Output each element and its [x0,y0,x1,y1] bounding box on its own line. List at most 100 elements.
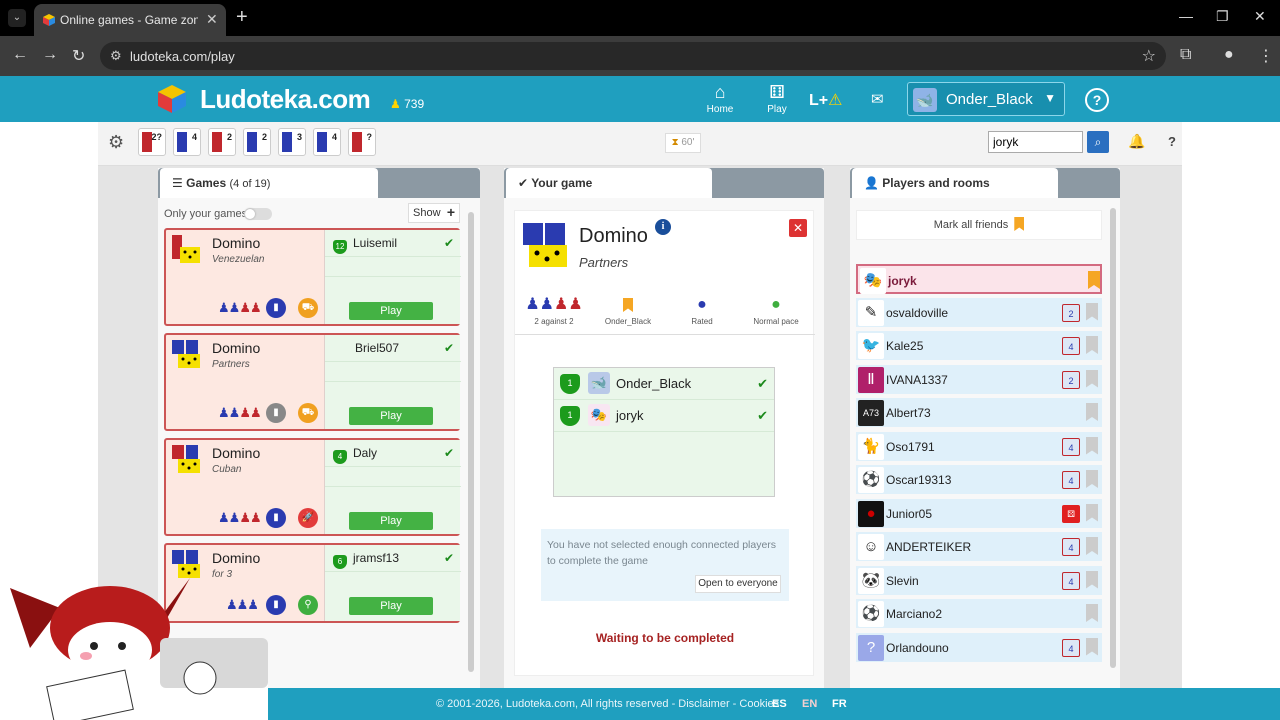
seat-player-name: Onder_Black [616,376,692,391]
friend-bookmark-icon[interactable] [1086,537,1098,555]
filter-num: 2 [261,132,267,142]
filter-game-6[interactable]: 4 [313,128,341,156]
filter-game-7[interactable]: ? [348,128,376,156]
game-card[interactable]: Domino Venezuelan ♟♟♟♟ ▮ ⛟ 12 Luisemil ✔ … [164,228,461,326]
info-icon[interactable]: i [655,219,671,235]
site-logo-text[interactable]: Ludoteka.com [200,84,371,115]
play-button[interactable]: Play [349,597,433,615]
close-icon[interactable]: ✕ [789,219,807,237]
game-title: Domino [212,550,261,566]
reload-icon[interactable]: ↻ [72,46,85,66]
player-row[interactable]: Ⅱ IVANA1337 2 [856,364,1102,395]
players-scrollbar[interactable] [1110,208,1116,668]
player-row[interactable]: ⚽ Oscar19313 4 [856,465,1102,495]
bookmark-star-icon[interactable]: ☆ [1142,46,1156,66]
help-small-icon[interactable]: ? [1168,134,1176,149]
play-button[interactable]: Play [349,407,433,425]
forward-icon[interactable]: → [42,46,58,64]
new-tab-button[interactable]: + [236,6,248,29]
players-panel: 👤 Players and rooms Mark all friends 🎭 jo… [850,168,1120,688]
games-tab[interactable]: ☰ Games (4 of 19) [160,168,378,198]
seat-player-name: Daly [353,446,378,460]
play-button[interactable]: Play [349,512,433,530]
friend-bookmark-icon[interactable] [1086,302,1098,321]
browser-tab[interactable]: Online games - Game zone - Lu ✕ [34,4,226,36]
nav-home[interactable]: ⌂ Home [700,82,740,115]
prop-rated: ● Rated [667,295,737,326]
minimize-icon[interactable]: — [1179,8,1193,24]
friend-bookmark-icon[interactable] [1086,604,1098,622]
player-name: ANDERTEIKER [886,540,972,554]
lang-en[interactable]: EN [802,698,817,710]
friend-bookmark-icon[interactable] [1086,637,1098,656]
friend-bookmark-icon[interactable] [1086,369,1098,388]
friend-bookmark-icon[interactable] [1086,570,1098,589]
player-row[interactable]: A73 Albert73 [856,398,1102,428]
restore-icon[interactable]: ❐ [1216,8,1229,25]
profile-icon[interactable]: ● [1224,46,1234,64]
filter-game-3[interactable]: 2 [208,128,236,156]
mail-icon[interactable]: ✉ [871,90,884,108]
player-row[interactable]: 🎭 joryk [856,264,1102,294]
extensions-icon[interactable]: ⧉ [1180,46,1191,64]
seat-row[interactable]: 1 🐋 Onder_Black ✔ [554,368,774,400]
gear-icon[interactable]: ⚙ [108,132,124,153]
site-header: Ludoteka.com ♟ 739 ⌂ Home ⚅ Play L+⚠ ✉ 🐋… [0,76,1280,122]
rated-icon: ▮ [266,508,286,528]
tab-close-icon[interactable]: ✕ [206,11,218,28]
check-icon: ✔ [443,446,454,460]
game-card[interactable]: Domino Cuban ♟♟♟♟ ▮ 🚀 4 Daly ✔ Play [164,438,461,536]
back-icon[interactable]: ← [12,46,28,64]
bell-icon[interactable]: 🔔 [1128,133,1145,150]
close-window-icon[interactable]: ✕ [1254,8,1266,25]
player-search-input[interactable] [988,131,1083,153]
user-menu[interactable]: 🐋 Onder_Black ▼ [907,82,1065,116]
filter-game-4[interactable]: 2 [243,128,271,156]
search-icon[interactable]: ⌕ [1087,131,1109,153]
game-card[interactable]: Domino Partners ♟♟♟♟ ▮ ⛟ Briel507 ✔ Play [164,333,461,431]
play-button[interactable]: Play [349,302,433,320]
mark-all-friends-button[interactable]: Mark all friends [856,210,1102,240]
player-row[interactable]: 🐦 Kale25 4 [856,331,1102,361]
player-row[interactable]: ? Orlandouno 4 [856,632,1102,663]
timer-display: ⧗ 60' [665,133,701,153]
lang-es[interactable]: ES [772,698,787,710]
friend-bookmark-icon[interactable] [1086,470,1098,488]
players-tab[interactable]: 👤 Players and rooms [852,168,1058,198]
normal-pace-icon: ⚲ [298,595,318,615]
help-icon[interactable]: ? [1085,88,1109,112]
seat-divider [325,381,461,382]
nav-play[interactable]: ⚅ Play [757,82,797,115]
bird-icon: 🐦 [858,333,884,359]
friend-bookmark-icon[interactable] [1086,436,1098,455]
player-name: Slevin [886,573,919,588]
lplus-button[interactable]: L+⚠ [809,90,842,110]
prop-owner: Onder_Black [593,295,663,326]
show-button[interactable]: Show + [408,203,460,223]
seat-row[interactable]: 1 🎭 joryk ✔ [554,400,774,432]
player-row[interactable]: ● Junior05 ⚄ [856,498,1102,529]
player-row[interactable]: 🐼 Slevin 4 [856,565,1102,596]
player-name: Oscar19313 [886,473,952,487]
only-your-games-toggle[interactable] [244,208,272,220]
url-box[interactable]: ⚙ ludoteka.com/play ☆ [100,42,1166,70]
your-game-tab[interactable]: ✔ Your game [506,168,712,198]
games-scrollbar[interactable] [468,212,474,672]
site-info-icon[interactable]: ⚙ [110,48,122,64]
filter-game-1[interactable]: 2? [138,128,166,156]
filter-game-5[interactable]: 3 [278,128,306,156]
friend-bookmark-icon[interactable] [1086,403,1098,421]
browser-menu-icon[interactable]: ⋮ [1258,46,1274,66]
player-row[interactable]: 🐈 Oso1791 4 [856,431,1102,462]
lang-fr[interactable]: FR [832,698,847,710]
open-to-everyone-button[interactable]: Open to everyone [695,575,781,593]
friend-bookmark-icon[interactable] [1086,503,1098,522]
friend-bookmark-icon[interactable] [1088,271,1100,289]
player-row[interactable]: ☺ ANDERTEIKER 4 [856,532,1102,562]
player-row[interactable]: ✎ osvaldoville 2 [856,297,1102,328]
filter-game-2[interactable]: 4 [173,128,201,156]
friend-bookmark-icon[interactable] [1086,336,1098,354]
player-row[interactable]: ⚽ Marciano2 [856,599,1102,629]
tab-search-button[interactable]: ⌄ [8,9,26,27]
ludoteka-logo-icon[interactable] [156,83,188,115]
